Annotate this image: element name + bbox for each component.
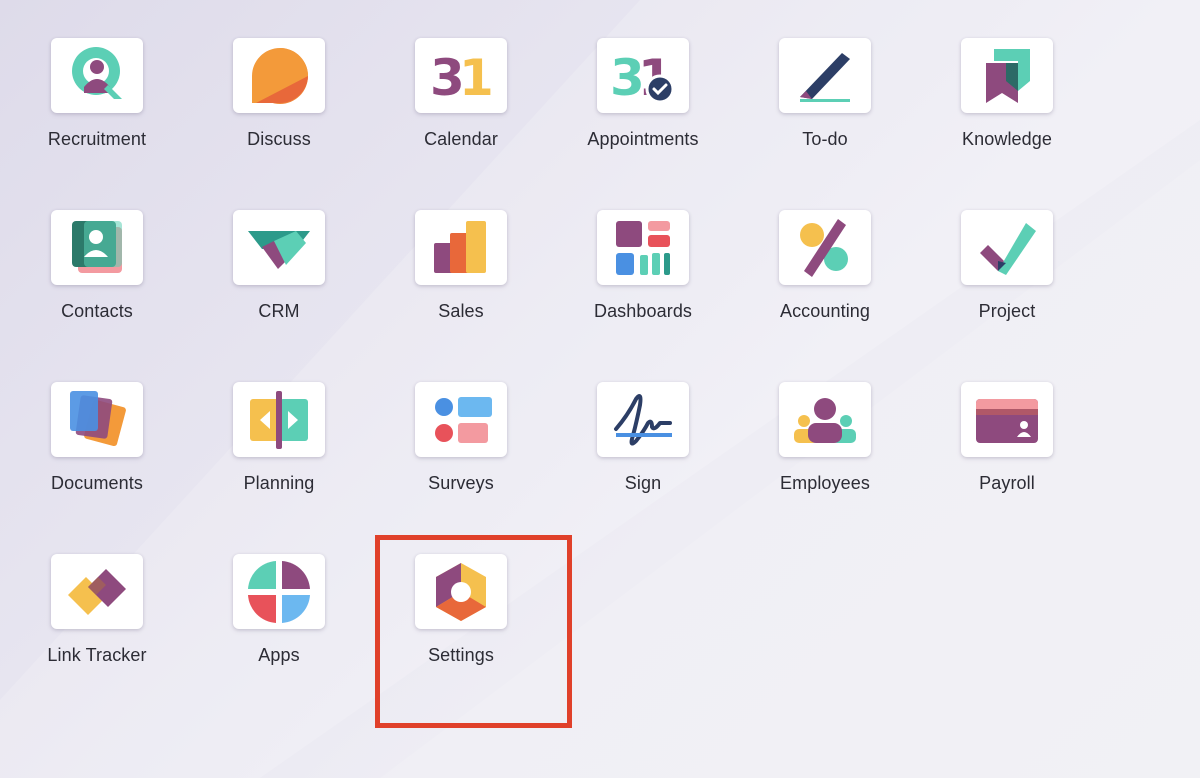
contacts-icon	[72, 220, 122, 273]
app-tile[interactable]	[51, 554, 143, 629]
app-contacts[interactable]: Contacts	[6, 172, 188, 322]
app-tile[interactable]	[233, 38, 325, 113]
app-crm[interactable]: CRM	[188, 172, 370, 322]
app-calendar[interactable]: 3 1 Calendar	[370, 0, 552, 150]
app-tile[interactable]	[779, 210, 871, 285]
app-label: Project	[978, 301, 1036, 321]
employees-icon	[794, 397, 856, 443]
app-todo[interactable]: To-do	[734, 0, 916, 150]
app-project[interactable]: Project	[916, 172, 1098, 322]
app-sign[interactable]: Sign	[552, 344, 734, 494]
app-apps[interactable]: Apps	[188, 516, 370, 666]
app-appointments[interactable]: 3 1 Appointments	[552, 0, 734, 150]
app-sales[interactable]: Sales	[370, 172, 552, 322]
app-label: Appointments	[587, 129, 699, 149]
surveys-icon	[435, 396, 492, 443]
app-tile[interactable]	[51, 38, 143, 113]
app-tile[interactable]	[233, 210, 325, 285]
app-tile[interactable]	[51, 382, 143, 457]
app-label: Apps	[258, 645, 300, 665]
project-icon	[980, 222, 1036, 275]
app-dashboards[interactable]: Dashboards	[552, 172, 734, 322]
dashboards-icon	[616, 220, 670, 275]
app-label: Dashboards	[593, 301, 693, 321]
app-recruitment[interactable]: Recruitment	[6, 0, 188, 150]
app-accounting[interactable]: Accounting	[734, 172, 916, 322]
documents-icon	[70, 390, 126, 446]
app-settings[interactable]: Settings	[370, 516, 552, 666]
app-tile[interactable]	[961, 38, 1053, 113]
app-tile[interactable]	[415, 382, 507, 457]
app-tile[interactable]: 3 1	[597, 38, 689, 113]
app-discuss[interactable]: Discuss	[188, 0, 370, 150]
recruitment-icon	[72, 46, 122, 99]
knowledge-icon	[986, 48, 1030, 103]
payroll-icon	[976, 398, 1038, 443]
app-payroll[interactable]: Payroll	[916, 344, 1098, 494]
app-label: Surveys	[428, 473, 494, 493]
apps-icon	[248, 560, 310, 623]
app-tile[interactable]	[779, 382, 871, 457]
app-tile[interactable]	[233, 382, 325, 457]
sales-icon	[434, 220, 486, 273]
todo-icon	[800, 52, 850, 102]
app-label: Knowledge	[962, 129, 1052, 149]
app-label: Sign	[624, 473, 662, 493]
app-label: Planning	[243, 473, 315, 493]
discuss-icon	[252, 47, 308, 104]
app-label: Settings	[428, 645, 494, 665]
app-label: Documents	[51, 473, 143, 493]
app-label: CRM	[258, 301, 300, 321]
app-tile[interactable]	[415, 554, 507, 629]
sign-icon	[614, 393, 672, 446]
calendar-icon: 3 1	[430, 49, 494, 107]
app-label: To-do	[802, 129, 848, 149]
crm-icon	[248, 230, 310, 269]
app-grid: Recruitment Discuss 3 1 Calendar 3 1	[0, 0, 1200, 778]
app-employees[interactable]: Employees	[734, 344, 916, 494]
app-label: Contacts	[61, 301, 133, 321]
app-label: Sales	[438, 301, 484, 321]
app-tile[interactable]	[597, 210, 689, 285]
app-knowledge[interactable]: Knowledge	[916, 0, 1098, 150]
appointments-icon: 3 1	[610, 49, 675, 107]
app-planning[interactable]: Planning	[188, 344, 370, 494]
app-tile[interactable]	[961, 382, 1053, 457]
app-documents[interactable]: Documents	[6, 344, 188, 494]
app-label: Accounting	[779, 301, 871, 321]
app-label: Recruitment	[47, 129, 147, 149]
app-label: Employees	[780, 473, 870, 493]
link-tracker-icon	[68, 568, 126, 615]
app-label: Link Tracker	[47, 645, 147, 665]
app-tile[interactable]: 3 1	[415, 38, 507, 113]
app-surveys[interactable]: Surveys	[370, 344, 552, 494]
app-tile[interactable]	[415, 210, 507, 285]
accounting-icon	[800, 218, 848, 277]
app-tile[interactable]	[51, 210, 143, 285]
app-label: Payroll	[979, 473, 1035, 493]
app-label: Calendar	[424, 129, 498, 149]
planning-icon	[250, 390, 308, 449]
app-label: Discuss	[247, 129, 311, 149]
app-tile[interactable]	[233, 554, 325, 629]
settings-icon	[436, 562, 486, 621]
app-tile[interactable]	[597, 382, 689, 457]
app-tile[interactable]	[961, 210, 1053, 285]
app-link-tracker[interactable]: Link Tracker	[6, 516, 188, 666]
app-tile[interactable]	[779, 38, 871, 113]
